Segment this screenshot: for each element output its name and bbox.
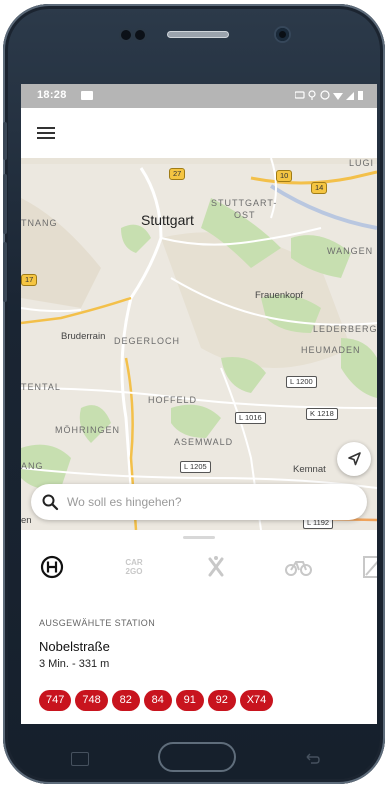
- app-bar: [21, 108, 377, 158]
- tab-bike[interactable]: [281, 550, 315, 584]
- tab-carsharing[interactable]: CAR 2GO: [117, 550, 151, 584]
- map-district-label: ASEMWALD: [174, 437, 234, 447]
- locate-me-button[interactable]: [337, 442, 371, 476]
- station-distance: 3 Min. - 331 m: [39, 658, 110, 670]
- map-district-label: OST: [234, 210, 256, 220]
- map-district-label: LUGI: [349, 158, 375, 168]
- map-district-label: TENTAL: [21, 382, 61, 392]
- line-chip[interactable]: X74: [239, 690, 274, 711]
- map-district-label: LEDERBERG: [313, 324, 377, 334]
- side-button-volume-up: [3, 174, 7, 234]
- map-place-label: en: [21, 515, 32, 526]
- map-district-label: MÖHRINGEN: [55, 425, 120, 435]
- earpiece: [167, 31, 229, 38]
- sheet-drag-handle[interactable]: [183, 536, 215, 539]
- map-city-label: Stuttgart: [141, 212, 194, 228]
- menu-icon[interactable]: [33, 120, 59, 146]
- bottom-sheet: CAR 2GO AUSGEWÄHLTE STATION Nobelstraße …: [21, 530, 377, 724]
- map-road-badge: K 1218: [306, 408, 338, 420]
- map-place-label: Kemnat: [293, 464, 326, 475]
- sensor-icon: [135, 30, 145, 40]
- map-road-badge: L 1205: [180, 461, 211, 473]
- map-road-badge: 10: [276, 170, 293, 182]
- home-button[interactable]: [158, 742, 236, 772]
- line-chips: 747 748 82 84 91 92 X74: [39, 690, 274, 712]
- map-district-label: DEGERLOCH: [114, 336, 181, 346]
- line-chip[interactable]: 748: [75, 690, 108, 711]
- map-road-badge: 14: [311, 182, 328, 194]
- side-button-power: [3, 122, 7, 160]
- map-road-badge: L 1016: [235, 412, 266, 424]
- map-place-label: Bruderrain: [61, 331, 106, 342]
- map-view[interactable]: 27 10 14 17 LUGI STUTTGART- OST TNANG WA…: [21, 158, 377, 530]
- map-place-label: Frauenkopf: [255, 290, 304, 301]
- app-screen: 18:28 27 10 14 17 LUGI STUTTGART- OST TN…: [21, 84, 377, 724]
- tab-haltestelle[interactable]: [35, 550, 69, 584]
- status-time: 18:28: [37, 89, 67, 101]
- sensor-icon: [121, 30, 131, 40]
- map-district-label: HOFFELD: [148, 395, 198, 405]
- scooter-icon: [208, 556, 224, 577]
- map-road-badge: L 1200: [286, 376, 317, 388]
- phone-frame: 18:28 27 10 14 17 LUGI STUTTGART- OST TN…: [3, 4, 385, 784]
- back-icon[interactable]: [303, 749, 321, 767]
- tab-ticket[interactable]: [357, 550, 377, 584]
- notification-icon: [81, 91, 93, 100]
- line-chip[interactable]: 92: [207, 690, 236, 711]
- map-road-badge: 27: [169, 168, 186, 180]
- ticket-icon: [363, 556, 377, 578]
- bike-icon: [285, 561, 312, 576]
- map-district-label: HEUMADEN: [301, 345, 361, 355]
- search-input[interactable]: [67, 492, 347, 512]
- carsharing-label-bottom: 2GO: [125, 567, 143, 576]
- line-chip[interactable]: 84: [143, 690, 172, 711]
- line-chip[interactable]: 747: [39, 690, 72, 711]
- section-label: AUSGEWÄHLTE STATION: [39, 618, 156, 628]
- search-bar[interactable]: [31, 484, 367, 520]
- haltestelle-icon: [40, 555, 64, 579]
- status-icons: [294, 89, 365, 104]
- station-name: Nobelstraße: [39, 639, 110, 654]
- recents-icon[interactable]: [71, 752, 89, 766]
- carsharing-label-top: CAR: [125, 558, 143, 567]
- map-district-label: ANG: [21, 461, 44, 471]
- map-district-label: WANGEN: [327, 246, 374, 256]
- map-district-label: TNANG: [21, 218, 58, 228]
- map-road-badge: 17: [21, 274, 38, 286]
- line-chip[interactable]: 91: [175, 690, 204, 711]
- status-bar: 18:28: [21, 84, 377, 108]
- map-district-label: STUTTGART-: [211, 198, 278, 208]
- side-button-volume-down: [3, 242, 7, 302]
- system-status-icons: [294, 90, 363, 100]
- front-camera-icon: [276, 28, 289, 41]
- search-icon: [42, 494, 59, 511]
- tab-scooter[interactable]: [199, 550, 233, 584]
- line-chip[interactable]: 82: [111, 690, 140, 711]
- locate-arrow-icon: [348, 452, 361, 466]
